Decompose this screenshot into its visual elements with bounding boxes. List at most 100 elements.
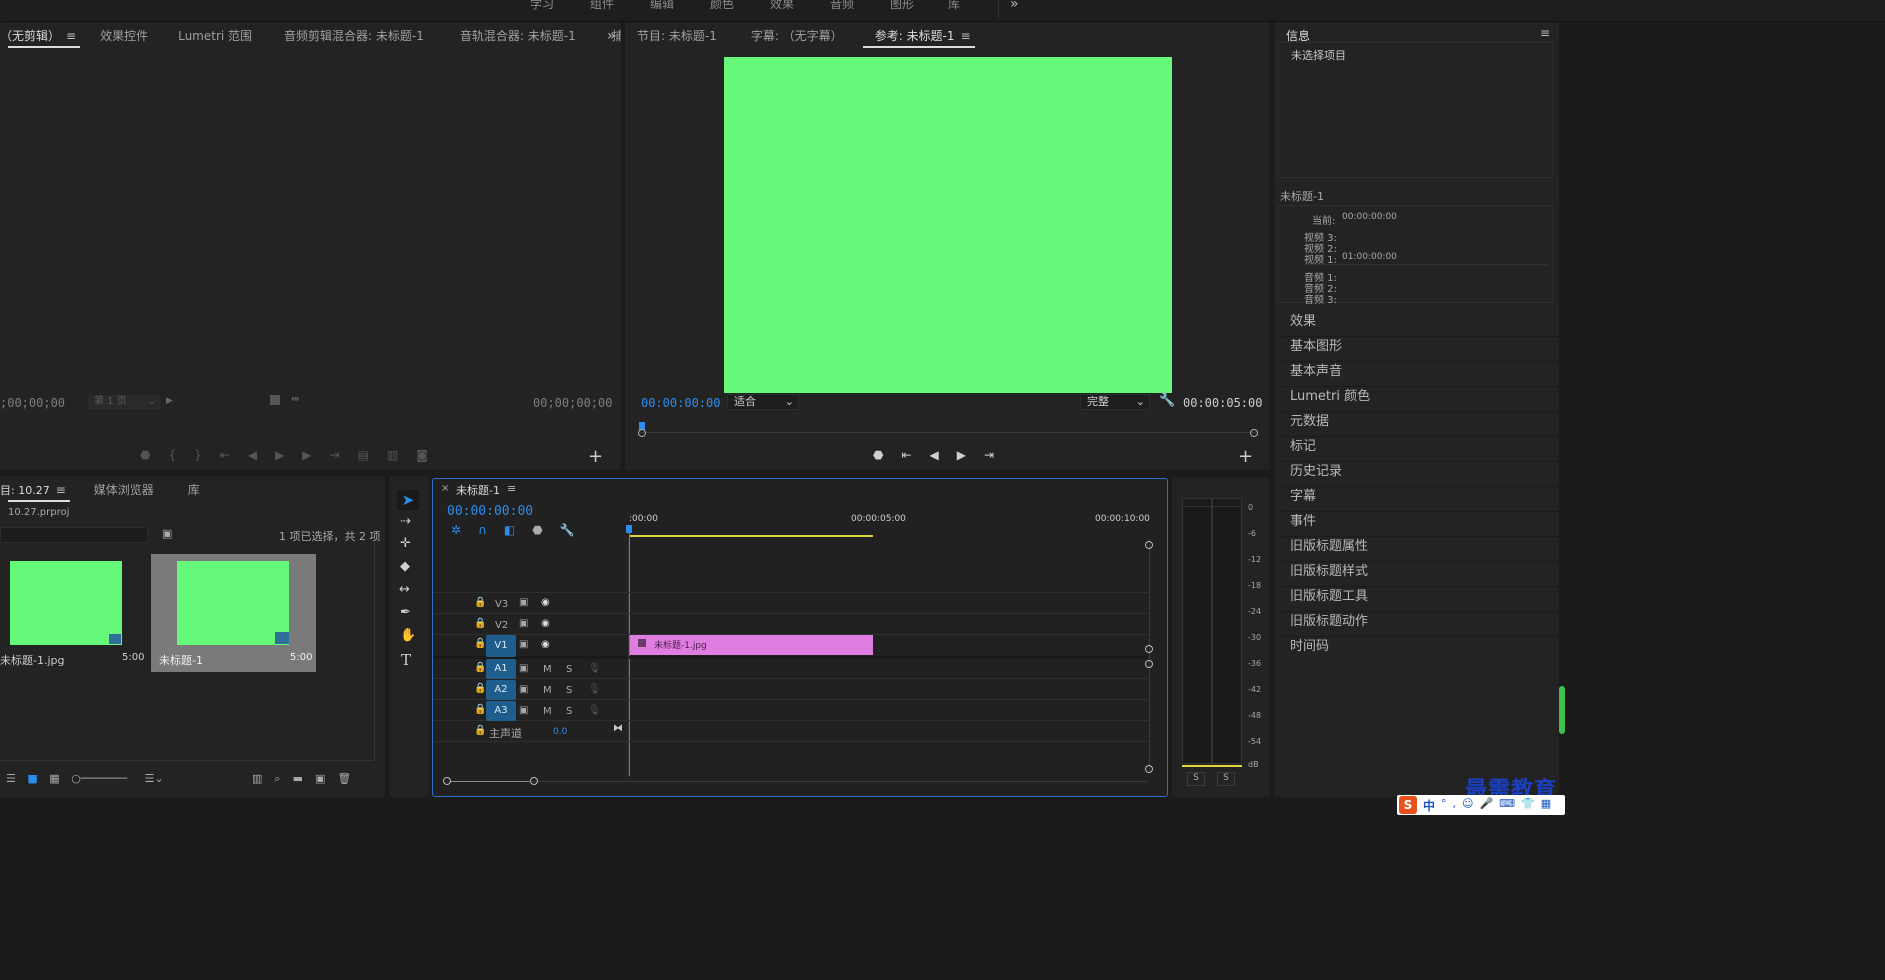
scroll-handle[interactable] — [1145, 645, 1153, 653]
mic-icon[interactable]: 🎤 — [1479, 797, 1499, 810]
tab-audio-clip-mixer[interactable]: 音频剪辑混合器: 未标题-1 — [264, 22, 436, 50]
zoom-bar[interactable] — [451, 781, 531, 782]
step-forward-icon[interactable]: ▶ — [957, 448, 984, 462]
zoom-slider[interactable]: ○─────── — [71, 772, 127, 785]
menu-icon[interactable]: ≡ — [507, 482, 516, 495]
tab-source[interactable]: （无剪辑） ≡ — [0, 22, 88, 50]
solo-button[interactable]: S — [566, 706, 572, 717]
sync-lock-icon[interactable]: ▣ — [519, 618, 528, 629]
close-icon[interactable]: × — [441, 483, 449, 494]
tab-lumetri-scopes[interactable]: Lumetri 范围 — [160, 22, 264, 50]
zoom-handle-left[interactable] — [443, 777, 451, 785]
track-target-a1[interactable]: A1 — [486, 659, 516, 679]
solo-right-button[interactable]: S — [1217, 772, 1235, 786]
sync-lock-icon[interactable]: ▣ — [519, 684, 528, 695]
go-in-icon[interactable]: ⇤ — [220, 448, 248, 462]
new-item-icon[interactable]: ▣ — [315, 772, 337, 785]
mic-icon[interactable]: 🎙 — [588, 663, 601, 674]
skin-icon[interactable]: 👕 — [1521, 797, 1541, 810]
zoom-handle-right[interactable] — [1250, 429, 1258, 437]
insert-icon[interactable]: ▤ — [358, 448, 387, 462]
add-marker-icon[interactable]: ⬣ — [532, 523, 559, 537]
scroll-indicator[interactable] — [1559, 686, 1565, 734]
list-view-icon[interactable]: ☰ — [6, 772, 16, 785]
track-target-v1[interactable]: V1 — [486, 635, 516, 657]
solo-left-button[interactable]: S — [1187, 772, 1205, 786]
project-search-input[interactable] — [0, 527, 148, 543]
add-button-icon[interactable]: + — [588, 446, 603, 467]
workspace-overflow-icon[interactable]: » — [1010, 0, 1019, 12]
step-back-icon[interactable]: ◀ — [930, 448, 957, 462]
step-forward-icon[interactable]: ▶ — [302, 448, 329, 462]
workspace-libraries[interactable]: 库 — [948, 0, 960, 12]
grid-icon[interactable]: ▦ — [1541, 797, 1557, 810]
track-target-a3[interactable]: A3 — [486, 701, 516, 721]
mute-button[interactable]: M — [543, 664, 552, 675]
find-icon[interactable]: ⌕ — [274, 772, 292, 785]
automate-icon[interactable]: ▥ — [252, 772, 274, 785]
safe-margin-icon[interactable] — [270, 395, 280, 405]
panel-overflow-icon[interactable]: » — [607, 28, 616, 44]
new-bin-from-search-icon[interactable]: ▣ — [162, 527, 172, 540]
go-out-icon[interactable]: ⇥ — [984, 448, 1012, 462]
punct-icon[interactable]: °, — [1441, 797, 1462, 810]
fit-select[interactable]: 适合 ⌄ — [727, 394, 799, 410]
menu-icon[interactable]: ≡ — [56, 483, 66, 497]
track-select-tool-icon[interactable]: ⇢ — [400, 514, 411, 529]
tab-libraries[interactable]: 库 — [166, 476, 212, 504]
razor-tool-icon[interactable]: ◆ — [400, 559, 410, 574]
ripple-edit-tool-icon[interactable]: ✛ — [400, 536, 411, 551]
track-target-a2[interactable]: A2 — [486, 680, 516, 700]
emoji-icon[interactable]: ☺ — [1462, 797, 1479, 810]
tab-capture[interactable]: 捕捉 — [588, 22, 621, 50]
project-item-jpg[interactable]: 未标题-1.jpg 5:00 — [0, 554, 148, 672]
page-select[interactable]: 第 1 页 ⌄ — [88, 395, 160, 409]
overwrite-icon[interactable]: ▥ — [387, 448, 416, 462]
workspace-audio[interactable]: 音频 — [830, 0, 854, 12]
sync-lock-icon[interactable]: ▣ — [519, 639, 528, 650]
program-tc-current[interactable]: 00:00:00:00 — [641, 396, 720, 410]
workspace-graphics[interactable]: 图形 — [890, 0, 914, 12]
eye-icon[interactable]: ◉ — [541, 618, 550, 629]
menu-icon[interactable]: ≡ — [66, 29, 76, 43]
scroll-handle[interactable] — [1145, 660, 1153, 668]
program-scrubber[interactable] — [638, 422, 1258, 437]
linked-selection-icon[interactable]: ◧ — [504, 523, 532, 537]
quality-select[interactable]: 完整 ⌄ — [1080, 394, 1150, 410]
scroll-handle[interactable] — [1145, 541, 1153, 549]
sort-icon[interactable]: ☰⌄ — [145, 772, 164, 785]
ime-mode[interactable]: 中 — [1423, 797, 1435, 814]
play-small-icon[interactable]: ▶ — [166, 396, 173, 406]
keyboard-icon[interactable]: ⌨ — [1499, 797, 1521, 810]
lock-icon[interactable]: 🔒 — [474, 683, 486, 694]
timeline-tab-title[interactable]: 未标题-1 — [456, 482, 500, 498]
tab-captions[interactable]: 字幕: （无字幕） — [729, 22, 855, 50]
drop-frame-icon[interactable]: ⇹ — [291, 394, 299, 405]
master-value[interactable]: 0.0 — [553, 727, 567, 737]
snap-icon[interactable]: ∩ — [478, 523, 504, 537]
mark-in-icon[interactable]: { — [168, 448, 194, 462]
step-back-icon[interactable]: ◀ — [248, 448, 275, 462]
eye-icon[interactable]: ◉ — [541, 597, 550, 608]
ime-toolbar[interactable]: S 中 °,☺🎤⌨👕▦ — [1397, 795, 1565, 815]
icon-view-icon[interactable]: ■ — [27, 772, 37, 785]
selection-tool-icon[interactable]: ➤ — [397, 490, 419, 510]
sync-lock-icon[interactable]: ▣ — [519, 663, 528, 674]
scrollbar-track[interactable] — [374, 542, 375, 760]
sync-lock-icon[interactable]: ▣ — [519, 597, 528, 608]
go-out-icon[interactable]: ⇥ — [330, 448, 358, 462]
timeline-tc[interactable]: 00:00:00:00 — [447, 504, 533, 519]
workspace-editing[interactable]: 编辑 — [650, 0, 674, 12]
marker-icon[interactable]: ⬣ — [140, 448, 168, 462]
sync-lock-icon[interactable]: ▣ — [519, 705, 528, 716]
lock-icon[interactable]: 🔒 — [474, 638, 486, 649]
mute-button[interactable]: M — [543, 706, 552, 717]
eye-icon[interactable]: ◉ — [541, 639, 550, 650]
mute-button[interactable]: M — [543, 685, 552, 696]
camera-icon[interactable]: ◙ — [416, 448, 446, 462]
pen-tool-icon[interactable]: ✒ — [400, 605, 411, 620]
nest-icon[interactable]: ✲ — [451, 523, 478, 537]
marker-icon[interactable]: ⬣ — [873, 448, 901, 462]
horizontal-scrollbar[interactable] — [447, 781, 1147, 782]
workspace-color[interactable]: 颜色 — [710, 0, 734, 12]
